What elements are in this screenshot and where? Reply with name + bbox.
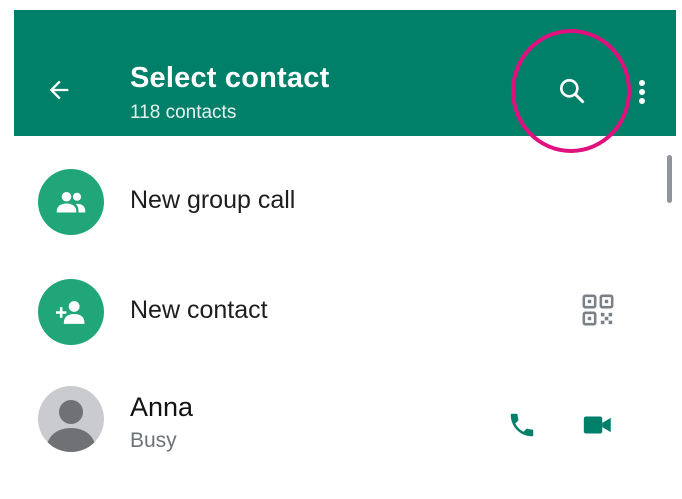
default-avatar-icon <box>46 400 96 452</box>
qr-code-icon <box>582 294 614 326</box>
search-button[interactable] <box>554 73 590 109</box>
app-screen: Select contact 118 contacts New group ca… <box>14 10 676 499</box>
page-title: Select contact <box>130 62 330 94</box>
search-icon <box>560 79 585 104</box>
new-contact-avatar <box>38 279 104 345</box>
group-call-avatar <box>38 169 104 235</box>
phone-icon <box>510 413 534 437</box>
group-icon <box>56 191 86 213</box>
new-contact-row[interactable]: New contact <box>14 260 676 360</box>
contact-name: Anna <box>130 392 194 422</box>
more-vert-icon <box>639 80 645 104</box>
contact-avatar <box>38 386 104 452</box>
back-button[interactable] <box>42 73 76 107</box>
new-contact-label: New contact <box>130 296 268 324</box>
qr-code-button[interactable] <box>580 292 616 328</box>
voice-call-button[interactable] <box>502 405 542 445</box>
contact-row-anna[interactable]: Anna Busy <box>14 372 676 472</box>
new-group-call-label: New group call <box>130 186 296 214</box>
video-icon <box>583 416 611 434</box>
back-arrow-icon <box>49 80 69 100</box>
contact-status: Busy <box>130 429 177 452</box>
add-person-icon <box>55 301 85 324</box>
video-call-button[interactable] <box>578 405 618 445</box>
new-group-call-row[interactable]: New group call <box>14 150 676 250</box>
app-bar: Select contact 118 contacts <box>14 10 676 136</box>
contact-count: 118 contacts <box>130 102 237 123</box>
more-options-button[interactable] <box>628 74 656 110</box>
